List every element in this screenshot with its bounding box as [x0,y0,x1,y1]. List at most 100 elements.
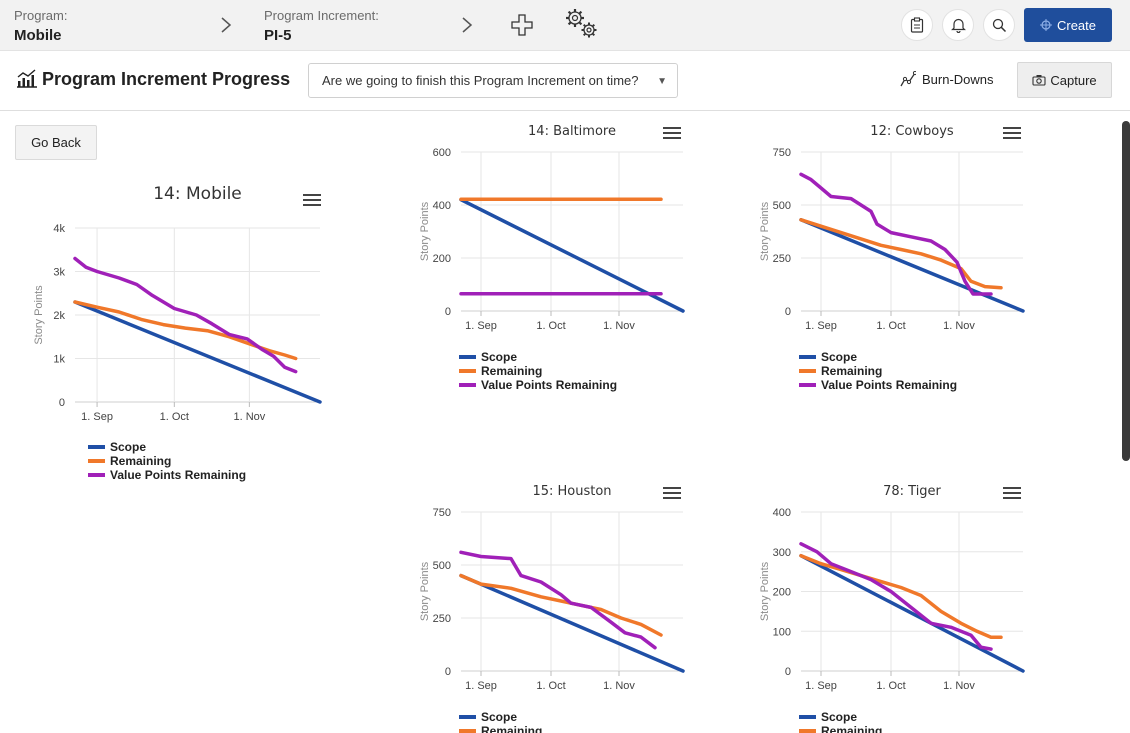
y-tick-label: 0 [59,397,65,409]
legend-item[interactable]: Remaining [799,724,957,733]
legend-swatch [459,355,476,359]
burn-downs-label: Burn-Downs [922,71,994,87]
chart-legend: ScopeRemainingValue Points Remaining [459,350,617,392]
legend-item[interactable]: Scope [799,710,957,724]
notifications-button[interactable] [942,9,974,41]
y-axis-label: Story Points [419,201,431,261]
legend-label: Value Points Remaining [110,468,247,482]
legend-label: Value Points Remaining [821,378,958,392]
chart-menu-icon[interactable] [1003,487,1021,501]
legend-item[interactable]: Scope [799,350,957,364]
x-tick-label: 1. Sep [805,320,837,332]
legend-item[interactable]: Scope [459,710,617,724]
y-tick-label: 0 [785,306,791,318]
y-tick-label: 400 [773,507,791,519]
legend-label: Remaining [481,364,543,378]
legend-item[interactable]: Scope [459,350,617,364]
legend-item[interactable]: Value Points Remaining [88,468,246,482]
chart-menu-icon[interactable] [663,487,681,501]
x-tick-label: 1. Oct [160,411,189,423]
page-title: Program Increment Progress [42,69,291,89]
series-line-scope [799,218,1025,313]
y-tick-label: 200 [773,587,791,599]
x-tick-label: 1. Nov [943,320,975,332]
y-tick-label: 1k [53,354,65,366]
create-label: Create [1056,17,1097,33]
legend-swatch [459,383,476,387]
legend-label: Remaining [110,454,172,468]
clipboard-icon [910,17,924,33]
chart-menu-icon[interactable] [303,194,321,208]
series-line-scope [459,573,685,673]
y-tick-label: 750 [433,507,451,519]
x-tick-label: 1. Oct [536,320,565,332]
series-line-remaining [799,218,1003,290]
y-tick-label: 2k [53,310,65,322]
clipboard-button[interactable] [901,9,933,41]
legend-swatch [459,715,476,719]
y-axis-label: Story Points [759,561,771,621]
legend-item[interactable]: Scope [88,440,246,454]
chart-plot: 14: Mobile 0 1k 2k 3k 4k 1. Sep 1. Oct 1. Nov Sto… [33,184,322,423]
breadcrumb-program[interactable]: Program: Mobile [14,8,67,44]
legend-item[interactable]: Remaining [459,364,617,378]
chart-title: 78: Tiger [883,484,941,499]
chart-plot: 15: Houston 0 250 500 750 1. Sep 1. Oct 1. Nov S… [419,484,685,692]
legend-item[interactable]: Remaining [459,724,617,733]
x-tick-label: 1. Sep [465,320,497,332]
chart-houston: 15: Houston 0 250 500 750 1. Sep 1. Oct 1. Nov S… [400,480,700,733]
trend-line-icon [900,71,916,87]
go-back-button[interactable]: Go Back [15,125,97,160]
legend-item[interactable]: Remaining [88,454,246,468]
increment-value: PI-5 [264,27,292,44]
legend-item[interactable]: Remaining [799,364,957,378]
legend-swatch [459,369,476,373]
chart-plot: 12: Cowboys 0 250 500 750 1. Sep 1. Oct 1. Nov S… [759,124,1025,332]
legend-item[interactable]: Value Points Remaining [459,378,617,392]
chart-legend: ScopeRemainingValue Points Remaining [799,350,957,392]
chart-menu-icon[interactable] [663,127,681,141]
capture-label: Capture [1050,72,1097,88]
search-button[interactable] [983,9,1015,41]
create-icon [1039,19,1052,31]
page-header: Program Increment Progress Are we going … [0,51,1130,111]
y-axis-label: Story Points [759,201,771,261]
legend-swatch [459,729,476,733]
legend-swatch [799,715,816,719]
chart-baltimore: 14: Baltimore 0 200 400 600 1. Sep 1. Oct 1. No… [400,120,700,410]
scrollbar[interactable] [1122,121,1130,461]
legend-swatch [88,473,105,477]
legend-label: Remaining [821,724,883,733]
settings-gears-icon[interactable] [564,7,600,41]
legend-label: Remaining [821,364,883,378]
legend-item[interactable]: Value Points Remaining [799,378,957,392]
y-tick-label: 600 [433,147,451,159]
y-tick-label: 750 [773,147,791,159]
legend-label: Scope [821,350,858,364]
burn-downs-link[interactable]: Burn-Downs [900,71,994,87]
legend-label: Remaining [481,724,543,733]
plus-icon[interactable] [511,14,533,36]
chart-menu-icon[interactable] [1003,127,1021,141]
y-tick-label: 300 [773,547,791,559]
y-tick-label: 0 [445,306,451,318]
y-tick-label: 3k [53,267,65,279]
breadcrumb-increment[interactable]: Program Increment: PI-5 [264,8,379,44]
y-tick-label: 200 [433,253,451,265]
y-axis-label: Story Points [33,285,45,345]
chevron-right-icon [221,17,232,33]
legend-swatch [88,459,105,463]
chart-plot: 14: Baltimore 0 200 400 600 1. Sep 1. Oct 1. No… [419,124,685,332]
create-button[interactable]: Create [1024,8,1112,42]
series-line-value-points-remaining [799,172,993,296]
increment-label: Program Increment: [264,8,379,23]
x-tick-label: 1. Oct [876,320,905,332]
y-tick-label: 100 [773,626,791,638]
camera-icon [1032,75,1046,86]
series-line-remaining [799,553,1003,639]
y-tick-label: 250 [773,253,791,265]
x-tick-label: 1. Nov [233,411,265,423]
question-select[interactable]: Are we going to finish this Program Incr… [308,63,678,98]
chevron-right-icon [462,17,473,33]
capture-button[interactable]: Capture [1017,62,1112,98]
